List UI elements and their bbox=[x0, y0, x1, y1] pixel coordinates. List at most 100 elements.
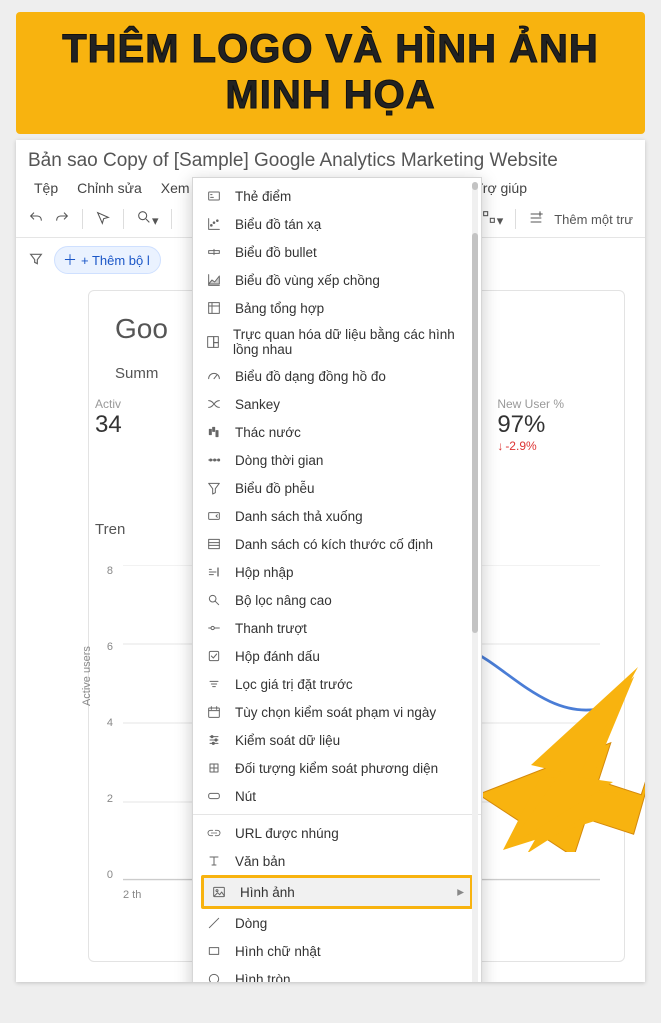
treemap-icon bbox=[205, 333, 221, 351]
menu-item-checkbox[interactable]: Hộp đánh dấu bbox=[193, 642, 481, 670]
menu-item-label: Biểu đồ dạng đồng hồ đo bbox=[235, 369, 386, 384]
image-icon bbox=[210, 883, 228, 901]
menu-item-data-control[interactable]: Kiểm soát dữ liệu bbox=[193, 726, 481, 754]
circle-icon bbox=[205, 970, 223, 982]
toolbar-separator bbox=[515, 209, 516, 229]
fixed-list-icon bbox=[205, 535, 223, 553]
tutorial-banner: THÊM LOGO VÀ HÌNH ẢNH MINH HỌA bbox=[16, 12, 645, 134]
menu-item-treemap[interactable]: Trực quan hóa dữ liệu bằng các hình lồng… bbox=[193, 322, 481, 362]
scorecard-icon bbox=[205, 187, 223, 205]
menu-item-funnel[interactable]: Biểu đồ phễu bbox=[193, 474, 481, 502]
menu-item-url-embed[interactable]: URL được nhúng bbox=[193, 819, 481, 847]
toolbar-separator bbox=[171, 209, 172, 229]
menu-item-label: Hộp nhập bbox=[235, 565, 294, 580]
stat-value: 34 bbox=[95, 411, 122, 439]
y-axis-label: Active users bbox=[81, 646, 93, 706]
area-icon bbox=[205, 271, 223, 289]
menu-edit[interactable]: Chỉnh sửa bbox=[69, 178, 150, 199]
menu-item-label: Hộp đánh dấu bbox=[235, 649, 320, 664]
menu-item-label: Biểu đồ tán xạ bbox=[235, 217, 321, 232]
menu-item-rectangle[interactable]: Hình chữ nhật bbox=[193, 937, 481, 965]
menu-item-scorecard[interactable]: Thẻ điểm bbox=[193, 182, 481, 210]
data-control-icon bbox=[205, 731, 223, 749]
menu-item-label: Biểu đồ vùng xếp chồng bbox=[235, 273, 380, 288]
trend-heading: Tren bbox=[95, 521, 125, 538]
menu-item-input-box[interactable]: Hộp nhập bbox=[193, 558, 481, 586]
preset-icon bbox=[205, 675, 223, 693]
dimension-icon bbox=[205, 759, 223, 777]
menu-item-text[interactable]: Văn bản bbox=[193, 847, 481, 875]
menu-item-label: Nút bbox=[235, 789, 256, 804]
text-icon bbox=[205, 852, 223, 870]
redo-icon[interactable] bbox=[54, 210, 70, 229]
undo-icon[interactable] bbox=[28, 210, 44, 229]
menu-item-label: Văn bản bbox=[235, 854, 285, 869]
annotation-arrow-icon bbox=[483, 662, 645, 852]
menu-item-bullet[interactable]: Biểu đồ bullet bbox=[193, 238, 481, 266]
timeline-icon bbox=[205, 451, 223, 469]
menu-item-sankey[interactable]: Sankey bbox=[193, 390, 481, 418]
menu-item-waterfall[interactable]: Thác nước bbox=[193, 418, 481, 446]
add-filter-chip[interactable]: ＋ + Thêm bộ l bbox=[54, 246, 161, 274]
menu-item-pivot[interactable]: Bảng tổng hợp bbox=[193, 294, 481, 322]
bullet-icon bbox=[205, 243, 223, 261]
stat-delta: -2.9% bbox=[497, 439, 564, 453]
adv-filter-icon bbox=[205, 591, 223, 609]
stat-label: New User % bbox=[497, 397, 564, 411]
menu-item-image[interactable]: Hình ảnh▸ bbox=[204, 878, 470, 906]
menu-item-circle[interactable]: Hình tròn bbox=[193, 965, 481, 982]
menu-item-label: Bảng tổng hợp bbox=[235, 301, 324, 316]
add-filter-label: + Thêm bộ l bbox=[81, 253, 150, 268]
line-icon bbox=[205, 914, 223, 932]
new-user-stat: New User % 97% -2.9% bbox=[497, 397, 564, 453]
menu-file[interactable]: Tệp bbox=[26, 178, 66, 199]
add-field-label[interactable]: Thêm một trư bbox=[554, 212, 633, 227]
menu-item-label: Hình chữ nhật bbox=[235, 944, 321, 959]
sankey-icon bbox=[205, 395, 223, 413]
menu-item-label: Sankey bbox=[235, 397, 280, 412]
highlight-box: Hình ảnh▸ bbox=[201, 875, 473, 909]
pivot-icon bbox=[205, 299, 223, 317]
menu-view[interactable]: Xem bbox=[153, 178, 198, 199]
menu-item-gauge[interactable]: Biểu đồ dạng đồng hồ đo bbox=[193, 362, 481, 390]
scrollbar-thumb[interactable] bbox=[472, 233, 478, 633]
menu-item-date-range[interactable]: Tùy chọn kiểm soát phạm vi ngày bbox=[193, 698, 481, 726]
menu-item-scatter[interactable]: Biểu đồ tán xạ bbox=[193, 210, 481, 238]
toolbar-separator bbox=[123, 209, 124, 229]
waterfall-icon bbox=[205, 423, 223, 441]
gauge-icon bbox=[205, 367, 223, 385]
menu-item-preset-filter[interactable]: Lọc giá trị đặt trước bbox=[193, 670, 481, 698]
menu-item-label: Lọc giá trị đặt trước bbox=[235, 677, 353, 692]
dropdown-icon bbox=[205, 507, 223, 525]
document-title: Bản sao Copy of [Sample] Google Analytic… bbox=[16, 140, 645, 176]
plus-icon: ＋ bbox=[63, 250, 77, 270]
menu-item-timeline[interactable]: Dòng thời gian bbox=[193, 446, 481, 474]
add-field-icon[interactable] bbox=[528, 210, 544, 229]
menu-item-dropdown-list[interactable]: Danh sách thả xuống bbox=[193, 502, 481, 530]
funnel-icon bbox=[205, 479, 223, 497]
menu-item-button[interactable]: Nút bbox=[193, 782, 481, 810]
button-icon bbox=[205, 787, 223, 805]
menu-item-label: Kiểm soát dữ liệu bbox=[235, 733, 340, 748]
menu-item-fixed-list[interactable]: Danh sách có kích thước cố định bbox=[193, 530, 481, 558]
distribute-icon[interactable]: ▾ bbox=[481, 209, 504, 229]
menu-item-slider[interactable]: Thanh trượt bbox=[193, 614, 481, 642]
y-tick: 2 bbox=[99, 793, 113, 805]
y-axis-ticks: 8 6 4 2 0 bbox=[99, 565, 113, 881]
zoom-icon[interactable]: ▾ bbox=[136, 209, 159, 229]
scatter-icon bbox=[205, 215, 223, 233]
x-tick: 2 th bbox=[123, 889, 141, 901]
y-tick: 4 bbox=[99, 717, 113, 729]
menu-item-label: Đối tượng kiểm soát phương diện bbox=[235, 761, 438, 776]
menu-item-label: Trực quan hóa dữ liệu bằng các hình lồng… bbox=[233, 327, 467, 357]
menu-item-dimension-control[interactable]: Đối tượng kiểm soát phương diện bbox=[193, 754, 481, 782]
menu-item-advanced-filter[interactable]: Bộ lọc nâng cao bbox=[193, 586, 481, 614]
filter-icon[interactable] bbox=[28, 251, 44, 270]
menu-item-area[interactable]: Biểu đồ vùng xếp chồng bbox=[193, 266, 481, 294]
pointer-icon[interactable] bbox=[95, 210, 111, 229]
input-icon bbox=[205, 563, 223, 581]
menu-item-label: Thanh trượt bbox=[235, 621, 307, 636]
menu-item-label: Hình ảnh bbox=[240, 885, 295, 900]
menu-item-line[interactable]: Dòng bbox=[193, 909, 481, 937]
menu-item-label: Dòng thời gian bbox=[235, 453, 323, 468]
